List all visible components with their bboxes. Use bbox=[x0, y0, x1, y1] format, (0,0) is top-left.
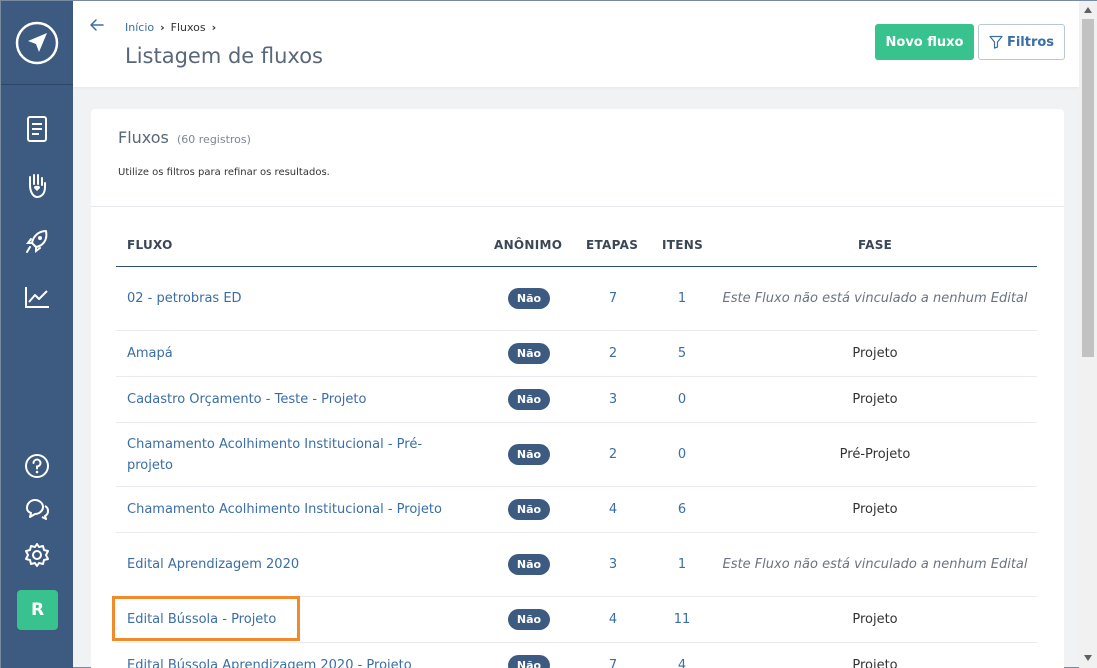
filters-button-label: Filtros bbox=[1006, 34, 1055, 50]
items-link[interactable]: 1 bbox=[652, 267, 712, 330]
scroll-up-icon[interactable] bbox=[1083, 5, 1093, 15]
card-description: Utilize os filtros para refinar os resul… bbox=[118, 167, 330, 178]
flow-name-link[interactable]: Chamamento Acolhimento Institucional - P… bbox=[127, 423, 467, 486]
column-header-anonimo[interactable]: ANÔNIMO bbox=[494, 238, 562, 252]
document-icon[interactable] bbox=[21, 113, 53, 145]
anonymous-cell: Não bbox=[506, 331, 552, 376]
chat-icon[interactable] bbox=[21, 493, 53, 525]
page-header: Início › Fluxos › Listagem de fluxos Nov… bbox=[73, 1, 1079, 87]
sidebar: R bbox=[1, 1, 73, 668]
flow-name-link[interactable]: Amapá bbox=[127, 331, 467, 376]
anonymous-badge: Não bbox=[507, 609, 551, 630]
filters-button[interactable]: Filtros bbox=[978, 24, 1065, 60]
anonymous-cell: Não bbox=[506, 267, 552, 330]
card-title-text: Fluxos bbox=[118, 128, 169, 147]
flows-table: FLUXO ANÔNIMO ETAPAS ITENS FASE 02 - pet… bbox=[116, 229, 1037, 668]
vertical-scrollbar[interactable] bbox=[1079, 1, 1097, 668]
new-flow-button[interactable]: Novo fluxo bbox=[875, 24, 974, 60]
phase-cell: Projeto bbox=[852, 502, 898, 517]
avatar[interactable]: R bbox=[17, 590, 58, 630]
items-link[interactable]: 0 bbox=[652, 423, 712, 486]
phase-cell: Projeto bbox=[852, 392, 898, 407]
page-title: Listagem de fluxos bbox=[125, 44, 323, 68]
anonymous-cell: Não bbox=[506, 377, 552, 422]
anonymous-cell: Não bbox=[506, 487, 552, 532]
phase-cell: Projeto bbox=[852, 346, 898, 361]
steps-link[interactable]: 4 bbox=[584, 597, 642, 642]
column-header-etapas[interactable]: ETAPAS bbox=[586, 238, 638, 252]
breadcrumb-separator: › bbox=[211, 21, 217, 34]
anonymous-cell: Não bbox=[506, 643, 552, 668]
steps-link[interactable]: 2 bbox=[584, 331, 642, 376]
table-row: Edital Bússola Aprendizagem 2020 - Proje… bbox=[116, 643, 1037, 668]
steps-link[interactable]: 7 bbox=[584, 643, 642, 668]
phase-cell: Este Fluxo não está vinculado a nenhum E… bbox=[722, 557, 1028, 572]
breadcrumb-separator: › bbox=[160, 21, 165, 34]
items-link[interactable]: 0 bbox=[652, 377, 712, 422]
items-link[interactable]: 5 bbox=[652, 331, 712, 376]
column-header-fluxo[interactable]: FLUXO bbox=[127, 238, 173, 252]
phase-cell: Projeto bbox=[852, 612, 898, 627]
table-row: 02 - petrobras ED Não 7 1 Este Fluxo não… bbox=[116, 267, 1037, 331]
steps-link[interactable]: 3 bbox=[584, 533, 642, 596]
breadcrumb-current: Fluxos bbox=[170, 21, 206, 34]
column-header-fase[interactable]: FASE bbox=[858, 238, 892, 252]
rocket-icon[interactable] bbox=[21, 225, 53, 257]
table-row: Edital Bússola - Projeto Não 4 11 Projet… bbox=[116, 597, 1037, 643]
logo[interactable] bbox=[1, 1, 73, 85]
table-row: Chamamento Acolhimento Institucional - P… bbox=[116, 487, 1037, 533]
items-link[interactable]: 6 bbox=[652, 487, 712, 532]
items-link[interactable]: 11 bbox=[652, 597, 712, 642]
table-row: Amapá Não 2 5 Projeto bbox=[116, 331, 1037, 377]
steps-link[interactable]: 7 bbox=[584, 267, 642, 330]
avatar-initial: R bbox=[30, 600, 45, 620]
anonymous-cell: Não bbox=[506, 597, 552, 642]
anonymous-badge: Não bbox=[507, 499, 551, 520]
steps-link[interactable]: 3 bbox=[584, 377, 642, 422]
anonymous-badge: Não bbox=[507, 288, 551, 309]
card-header: Fluxos (60 registros) Utilize os filtros… bbox=[91, 109, 1064, 207]
items-link[interactable]: 4 bbox=[652, 643, 712, 668]
scrollbar-thumb[interactable] bbox=[1082, 19, 1094, 357]
table-row: Edital Aprendizagem 2020 Não 3 1 Este Fl… bbox=[116, 533, 1037, 597]
phase-cell: Projeto bbox=[852, 658, 898, 668]
anonymous-badge: Não bbox=[507, 655, 551, 668]
card-title: Fluxos (60 registros) bbox=[118, 128, 251, 147]
anonymous-cell: Não bbox=[506, 533, 552, 596]
anonymous-badge: Não bbox=[507, 444, 551, 465]
record-count: (60 registros) bbox=[176, 133, 251, 146]
flow-name-link[interactable]: Edital Bússola - Projeto bbox=[127, 597, 467, 642]
table-row: Cadastro Orçamento - Teste - Projeto Não… bbox=[116, 377, 1037, 423]
steps-link[interactable]: 2 bbox=[584, 423, 642, 486]
hand-heart-icon[interactable] bbox=[21, 169, 53, 201]
anonymous-badge: Não bbox=[507, 389, 551, 410]
anonymous-cell: Não bbox=[506, 423, 552, 486]
back-arrow-icon[interactable] bbox=[87, 15, 107, 35]
flow-name-link[interactable]: Chamamento Acolhimento Institucional - P… bbox=[127, 487, 467, 532]
chart-icon[interactable] bbox=[21, 281, 53, 313]
flow-name-link[interactable]: 02 - petrobras ED bbox=[127, 267, 467, 330]
flow-name-link[interactable]: Edital Aprendizagem 2020 bbox=[127, 533, 467, 596]
anonymous-badge: Não bbox=[507, 554, 551, 575]
phase-cell: Pré-Projeto bbox=[839, 447, 911, 462]
phase-cell: Este Fluxo não está vinculado a nenhum E… bbox=[722, 291, 1028, 306]
breadcrumb: Início › Fluxos › bbox=[125, 21, 222, 34]
filter-icon bbox=[989, 35, 1003, 49]
steps-link[interactable]: 4 bbox=[584, 487, 642, 532]
anonymous-badge: Não bbox=[507, 343, 551, 364]
flow-name-link[interactable]: Edital Bússola Aprendizagem 2020 - Proje… bbox=[127, 643, 467, 668]
logo-icon bbox=[15, 21, 59, 64]
scroll-down-icon[interactable] bbox=[1083, 653, 1093, 663]
gear-icon[interactable] bbox=[21, 539, 53, 571]
column-header-itens[interactable]: ITENS bbox=[662, 238, 703, 252]
breadcrumb-home-link[interactable]: Início bbox=[125, 21, 154, 34]
table-row: Chamamento Acolhimento Institucional - P… bbox=[116, 423, 1037, 487]
items-link[interactable]: 1 bbox=[652, 533, 712, 596]
help-icon[interactable] bbox=[21, 450, 53, 482]
table-header: FLUXO ANÔNIMO ETAPAS ITENS FASE bbox=[116, 229, 1037, 267]
flow-name-link[interactable]: Cadastro Orçamento - Teste - Projeto bbox=[127, 377, 467, 422]
